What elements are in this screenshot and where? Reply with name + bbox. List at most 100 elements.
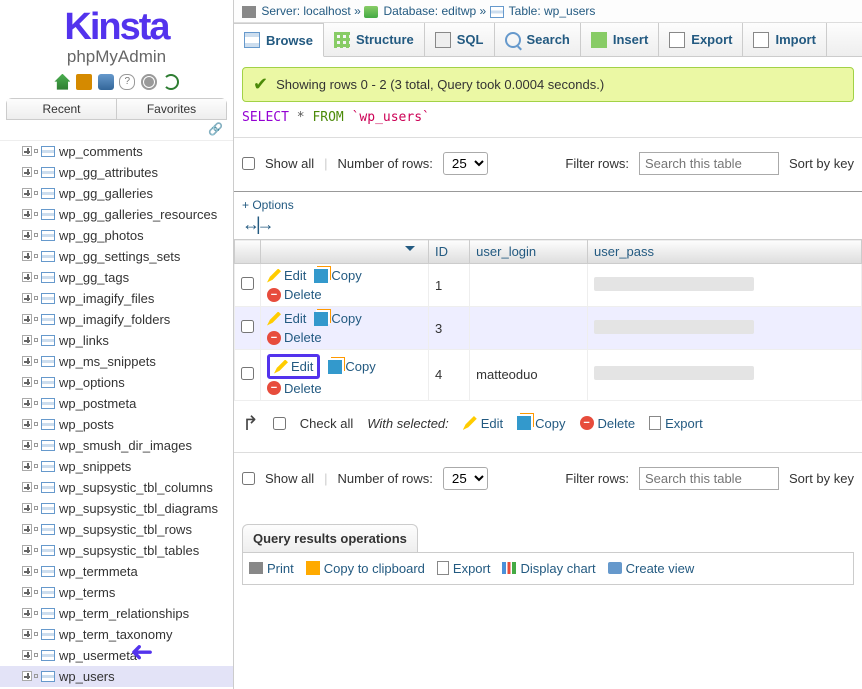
- tree-item-wp_links[interactable]: wp_links: [0, 330, 233, 351]
- row-delete[interactable]: −Delete: [267, 381, 322, 396]
- tab-insert[interactable]: Insert: [581, 23, 659, 56]
- struct-icon[interactable]: [34, 506, 38, 510]
- server-name[interactable]: localhost: [303, 4, 350, 18]
- expand-icon[interactable]: [22, 209, 32, 219]
- expand-icon[interactable]: [22, 482, 32, 492]
- struct-icon[interactable]: [34, 275, 38, 279]
- struct-icon[interactable]: [34, 443, 38, 447]
- expand-icon[interactable]: [22, 545, 32, 555]
- sort-arrow-icon[interactable]: [405, 246, 415, 256]
- expand-icon[interactable]: [22, 650, 32, 660]
- tree-item-wp_ms_snippets[interactable]: wp_ms_snippets: [0, 351, 233, 372]
- table-name[interactable]: wp_users: [544, 4, 595, 18]
- checkall-box[interactable]: [273, 417, 286, 430]
- showall-checkbox[interactable]: [242, 157, 255, 170]
- expand-icon[interactable]: [22, 566, 32, 576]
- tree-item-wp_termmeta[interactable]: wp_termmeta: [0, 561, 233, 582]
- tree-item-wp_term_relationships[interactable]: wp_term_relationships: [0, 603, 233, 624]
- col-id[interactable]: ID: [429, 240, 470, 264]
- tree-item-wp_users[interactable]: wp_users: [0, 666, 233, 687]
- tab-structure[interactable]: Structure: [324, 23, 425, 56]
- link-icon[interactable]: 🔗: [0, 120, 233, 140]
- struct-icon[interactable]: [34, 296, 38, 300]
- expand-icon[interactable]: [22, 419, 32, 429]
- expand-icon[interactable]: [22, 461, 32, 471]
- batch-export[interactable]: Export: [649, 416, 703, 431]
- struct-icon[interactable]: [34, 422, 38, 426]
- tree-item-wp_supsystic_tbl_columns[interactable]: wp_supsystic_tbl_columns: [0, 477, 233, 498]
- batch-edit[interactable]: Edit: [463, 416, 503, 431]
- struct-icon[interactable]: [34, 611, 38, 615]
- tree-item-wp_gg_photos[interactable]: wp_gg_photos: [0, 225, 233, 246]
- expand-icon[interactable]: [22, 440, 32, 450]
- options-link[interactable]: + Options: [234, 192, 862, 214]
- tree-item-wp_imagify_folders[interactable]: wp_imagify_folders: [0, 309, 233, 330]
- struct-icon[interactable]: [34, 170, 38, 174]
- expand-icon[interactable]: [22, 524, 32, 534]
- row-copy[interactable]: Copy: [328, 359, 375, 374]
- struct-icon[interactable]: [34, 254, 38, 258]
- db-icon[interactable]: [98, 74, 114, 90]
- struct-icon[interactable]: [34, 569, 38, 573]
- tab-browse[interactable]: Browse: [234, 23, 324, 57]
- tab-import[interactable]: Import: [743, 23, 826, 56]
- expand-icon[interactable]: [22, 671, 32, 681]
- struct-icon[interactable]: [34, 401, 38, 405]
- struct-icon[interactable]: [34, 674, 38, 678]
- tree-item-wp_usermeta[interactable]: wp_usermeta: [0, 645, 233, 666]
- showall-checkbox-2[interactable]: [242, 472, 255, 485]
- tree-item-wp_term_taxonomy[interactable]: wp_term_taxonomy: [0, 624, 233, 645]
- struct-icon[interactable]: [34, 359, 38, 363]
- logout-icon[interactable]: [76, 74, 92, 90]
- tree-item-wp_smush_dir_images[interactable]: wp_smush_dir_images: [0, 435, 233, 456]
- expand-icon[interactable]: [22, 230, 32, 240]
- row-copy[interactable]: Copy: [314, 268, 361, 283]
- tree-item-wp_supsystic_tbl_rows[interactable]: wp_supsystic_tbl_rows: [0, 519, 233, 540]
- tree-item-wp_comments[interactable]: wp_comments: [0, 141, 233, 162]
- expand-icon[interactable]: [22, 188, 32, 198]
- qact-clip[interactable]: Copy to clipboard: [306, 561, 425, 576]
- tree-item-wp_gg_tags[interactable]: wp_gg_tags: [0, 267, 233, 288]
- col-handle[interactable]: ↔|→: [234, 214, 862, 239]
- settings-icon[interactable]: [141, 74, 157, 90]
- filter-input-2[interactable]: [639, 467, 779, 490]
- tab-export[interactable]: Export: [659, 23, 743, 56]
- expand-icon[interactable]: [22, 629, 32, 639]
- struct-icon[interactable]: [34, 380, 38, 384]
- row-checkbox[interactable]: [241, 277, 254, 290]
- struct-icon[interactable]: [34, 632, 38, 636]
- home-icon[interactable]: [54, 74, 70, 90]
- expand-icon[interactable]: [22, 272, 32, 282]
- tree-item-wp_postmeta[interactable]: wp_postmeta: [0, 393, 233, 414]
- qact-export[interactable]: Export: [437, 561, 491, 576]
- expand-icon[interactable]: [22, 293, 32, 303]
- struct-icon[interactable]: [34, 590, 38, 594]
- struct-icon[interactable]: [34, 212, 38, 216]
- expand-icon[interactable]: [22, 146, 32, 156]
- row-edit[interactable]: Edit: [267, 268, 306, 283]
- tab-favorites[interactable]: Favorites: [117, 99, 226, 119]
- struct-icon[interactable]: [34, 548, 38, 552]
- expand-icon[interactable]: [22, 398, 32, 408]
- row-edit[interactable]: Edit: [267, 311, 306, 326]
- expand-icon[interactable]: [22, 356, 32, 366]
- expand-icon[interactable]: [22, 503, 32, 513]
- expand-icon[interactable]: [22, 314, 32, 324]
- struct-icon[interactable]: [34, 653, 38, 657]
- qact-chart[interactable]: Display chart: [502, 561, 595, 576]
- expand-icon[interactable]: [22, 251, 32, 261]
- tab-sql[interactable]: SQL: [425, 23, 495, 56]
- batch-delete[interactable]: −Delete: [580, 416, 636, 431]
- tree-item-wp_gg_settings_sets[interactable]: wp_gg_settings_sets: [0, 246, 233, 267]
- tree-item-wp_options[interactable]: wp_options: [0, 372, 233, 393]
- expand-icon[interactable]: [22, 377, 32, 387]
- tree-item-wp_supsystic_tbl_tables[interactable]: wp_supsystic_tbl_tables: [0, 540, 233, 561]
- tree-item-wp_imagify_files[interactable]: wp_imagify_files: [0, 288, 233, 309]
- row-edit[interactable]: Edit: [267, 354, 320, 379]
- expand-icon[interactable]: [22, 335, 32, 345]
- tree-item-wp_supsystic_tbl_diagrams[interactable]: wp_supsystic_tbl_diagrams: [0, 498, 233, 519]
- filter-input[interactable]: [639, 152, 779, 175]
- row-checkbox[interactable]: [241, 320, 254, 333]
- numrows-select[interactable]: 25: [443, 152, 488, 175]
- expand-icon[interactable]: [22, 167, 32, 177]
